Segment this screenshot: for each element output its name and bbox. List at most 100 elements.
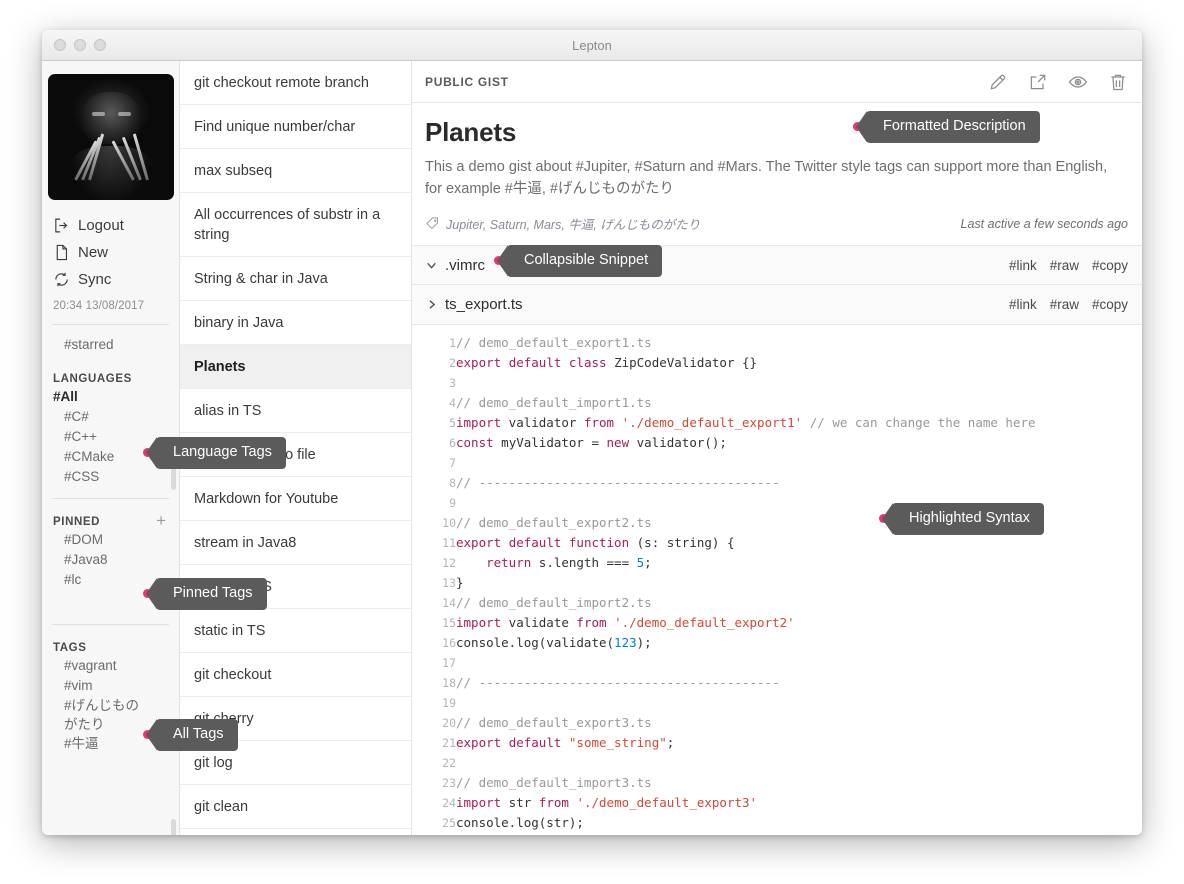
minimize-button[interactable] xyxy=(74,39,86,51)
sidebar-tag-vim[interactable]: #vim xyxy=(53,676,179,696)
code-line-number: 6 xyxy=(449,436,456,450)
code-line: 23// demo_default_import3.ts xyxy=(412,773,1142,793)
sidebar-item-logout-label: Logout xyxy=(78,217,124,234)
code-line: 25 console.log(str); xyxy=(412,813,1142,833)
snippet-link-button[interactable]: #link xyxy=(1009,258,1037,273)
snippet-filename: ts_export.ts xyxy=(445,296,523,313)
sidebar-tag-java8[interactable]: #Java8 xyxy=(53,550,179,570)
list-item[interactable]: git checkout xyxy=(180,653,411,697)
sidebar-tag-csharp[interactable]: #C# xyxy=(53,407,179,427)
snippet-filename: .vimrc xyxy=(445,256,485,274)
list-item[interactable]: git clean xyxy=(180,785,411,829)
list-item[interactable]: String & char in Java xyxy=(180,257,411,301)
sidebar-item-new[interactable]: New xyxy=(53,239,179,266)
list-item[interactable]: binary in Java xyxy=(180,301,411,345)
list-item[interactable]: Markdown for Youtube xyxy=(180,477,411,521)
sidebar-item-starred[interactable]: #starred xyxy=(42,334,179,356)
sidebar-tag-niubi[interactable]: #牛逼 xyxy=(53,734,179,754)
sidebar-item-logout[interactable]: Logout xyxy=(53,212,179,239)
sidebar-tag-all[interactable]: #All xyxy=(53,387,179,407)
snippet-header[interactable]: ts_export.ts #link #raw #copy xyxy=(412,285,1142,325)
code-line: 21 export default "some_string"; xyxy=(412,733,1142,753)
sidebar: Logout New Sync 20:34 13/08/2017 #starre… xyxy=(42,61,180,835)
sidebar-tag-css[interactable]: #CSS xyxy=(53,467,179,487)
zoom-button[interactable] xyxy=(94,39,106,51)
list-item[interactable]: static in TS xyxy=(180,609,411,653)
eye-icon[interactable] xyxy=(1068,72,1088,92)
edit-icon[interactable] xyxy=(988,72,1008,92)
code-line: 18// -----------------------------------… xyxy=(412,673,1142,693)
code-line-source: import str from './demo_default_export3' xyxy=(456,795,758,810)
code-line-number: 14 xyxy=(442,596,456,610)
list-item[interactable]: Dump output to file xyxy=(180,433,411,477)
code-line-number: 25 xyxy=(442,816,456,830)
code-line-source: // -------------------------------------… xyxy=(456,475,780,490)
code-line-source: // demo_default_export1.ts xyxy=(456,335,652,350)
sync-icon xyxy=(55,272,68,287)
snippet-actions: #link #raw #copy xyxy=(1009,297,1128,312)
list-item[interactable]: stream in Java8 xyxy=(180,521,411,565)
snippet-header[interactable]: .vimrc #link #raw #copy xyxy=(412,245,1142,285)
trash-icon[interactable] xyxy=(1108,72,1128,92)
code-line: 19 xyxy=(412,693,1142,713)
code-line-source: import validate from './demo_default_exp… xyxy=(456,615,795,630)
sidebar-scrollbar-thumb-bottom[interactable] xyxy=(171,819,176,835)
list-item[interactable]: git log xyxy=(180,741,411,785)
list-item[interactable]: git cherry xyxy=(180,697,411,741)
sidebar-tag-cpp[interactable]: #C++ xyxy=(53,427,179,447)
code-line-source: // demo_default_import1.ts xyxy=(456,395,652,410)
list-item[interactable]: Find unique number/char xyxy=(180,105,411,149)
close-button[interactable] xyxy=(54,39,66,51)
code-line: 16 console.log(validate(123); xyxy=(412,633,1142,653)
code-line-number: 24 xyxy=(442,796,456,810)
sidebar-scrollbar-thumb-top[interactable] xyxy=(171,446,176,490)
code-line: 2 export default class ZipCodeValidator {… xyxy=(412,353,1142,373)
code-line-source: console.log(validate(123); xyxy=(456,635,652,650)
external-link-icon[interactable] xyxy=(1028,72,1048,92)
snippet-link-button[interactable]: #link xyxy=(1009,297,1037,312)
list-item[interactable]: export in TS xyxy=(180,565,411,609)
sidebar-divider xyxy=(52,498,169,499)
code-line-source xyxy=(456,453,1142,473)
list-item[interactable]: All occurrences of substr in a string xyxy=(180,193,411,257)
gist-list[interactable]: git checkout remote branch Find unique n… xyxy=(180,61,412,835)
code-line-number: 13 xyxy=(442,576,456,590)
app-body: Logout New Sync 20:34 13/08/2017 #starre… xyxy=(42,61,1142,835)
sidebar-item-sync[interactable]: Sync xyxy=(53,266,179,293)
code-line-number: 19 xyxy=(442,696,456,710)
list-item[interactable]: max subseq xyxy=(180,149,411,193)
code-line-number: 15 xyxy=(442,616,456,630)
sidebar-tag-dom[interactable]: #DOM xyxy=(53,530,179,550)
code-line-source: export default class ZipCodeValidator {} xyxy=(456,355,758,370)
code-line: 9 xyxy=(412,493,1142,513)
sidebar-pinned: PINNED + #DOM #Java8 #lc xyxy=(42,512,179,590)
sidebar-tag-genji[interactable]: #げんじものがたり xyxy=(53,696,145,734)
snippet-copy-button[interactable]: #copy xyxy=(1092,297,1128,312)
list-item[interactable]: git checkout remote branch xyxy=(180,61,411,105)
sidebar-tag-cmake[interactable]: #CMake xyxy=(53,447,179,467)
add-pinned-button[interactable]: + xyxy=(156,512,166,530)
code-line: 22 xyxy=(412,753,1142,773)
snippet-raw-button[interactable]: #raw xyxy=(1050,258,1079,273)
code-line-number: 10 xyxy=(442,516,456,530)
code-line-source: // demo_default_export3.ts xyxy=(456,715,652,730)
snippet-copy-button[interactable]: #copy xyxy=(1092,258,1128,273)
list-item-selected[interactable]: Planets xyxy=(180,345,411,389)
list-item[interactable]: alias in TS xyxy=(180,389,411,433)
chevron-right-icon[interactable] xyxy=(425,298,438,311)
avatar[interactable] xyxy=(47,74,174,200)
sidebar-tag-vagrant[interactable]: #vagrant xyxy=(53,656,179,676)
code-line-number: 3 xyxy=(449,376,456,390)
code-block[interactable]: 1// demo_default_export1.ts 2 export defau… xyxy=(412,325,1142,835)
sidebar-section-title: TAGS xyxy=(53,641,87,654)
sidebar-item-new-label: New xyxy=(78,244,109,261)
code-line-number: 21 xyxy=(442,736,456,750)
code-line: 11 export default function (s: string) { xyxy=(412,533,1142,553)
code-line-source: const myValidator = new validator(); xyxy=(456,435,727,450)
code-line: 1// demo_default_export1.ts xyxy=(412,333,1142,353)
sidebar-tag-lc[interactable]: #lc xyxy=(53,570,179,590)
code-line-number: 1 xyxy=(449,336,456,350)
code-table: 1// demo_default_export1.ts 2 export defau… xyxy=(412,333,1142,833)
chevron-down-icon[interactable] xyxy=(425,259,438,272)
snippet-raw-button[interactable]: #raw xyxy=(1050,297,1079,312)
